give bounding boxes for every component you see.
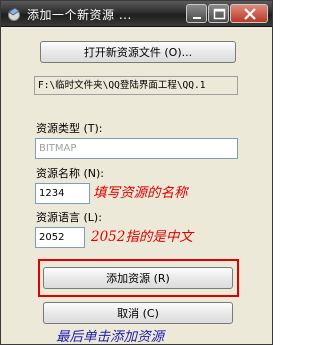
minimize-icon <box>193 17 201 19</box>
resource-type-label: 资源类型 (T): <box>36 122 103 135</box>
close-icon <box>244 8 256 20</box>
close-button[interactable] <box>230 4 268 23</box>
add-resource-dialog: 添加一个新资源 ... 打开新资源文件 (O)... F:\临时文件夹\QQ登陆… <box>0 0 273 345</box>
resource-name-field[interactable]: 1234 <box>35 183 90 204</box>
final-step-annotation: 最后单击添加资源 <box>56 329 164 345</box>
resource-type-field[interactable]: BITMAP <box>35 138 238 159</box>
title-bar[interactable]: 添加一个新资源 ... <box>1 1 272 27</box>
language-annotation: 2052指的是中文 <box>91 229 193 245</box>
minimize-button[interactable] <box>186 4 207 23</box>
resource-language-field[interactable]: 2052 <box>35 227 85 248</box>
cancel-button[interactable]: 取消 (C) <box>43 302 233 324</box>
app-icon <box>6 6 22 22</box>
file-path-display: F:\临时文件夹\QQ登陆界面工程\QQ.1 <box>34 76 238 95</box>
name-annotation: 填写资源的名称 <box>93 185 188 201</box>
add-resource-button[interactable]: 添加资源 (R) <box>43 267 233 289</box>
maximize-icon <box>213 8 226 20</box>
resource-language-label: 资源语言 (L): <box>36 211 102 224</box>
resource-name-label: 资源名称 (N): <box>36 167 105 180</box>
window-title: 添加一个新资源 ... <box>27 8 132 22</box>
maximize-button[interactable] <box>208 4 229 23</box>
open-resource-file-button[interactable]: 打开新资源文件 (O)... <box>40 41 236 63</box>
